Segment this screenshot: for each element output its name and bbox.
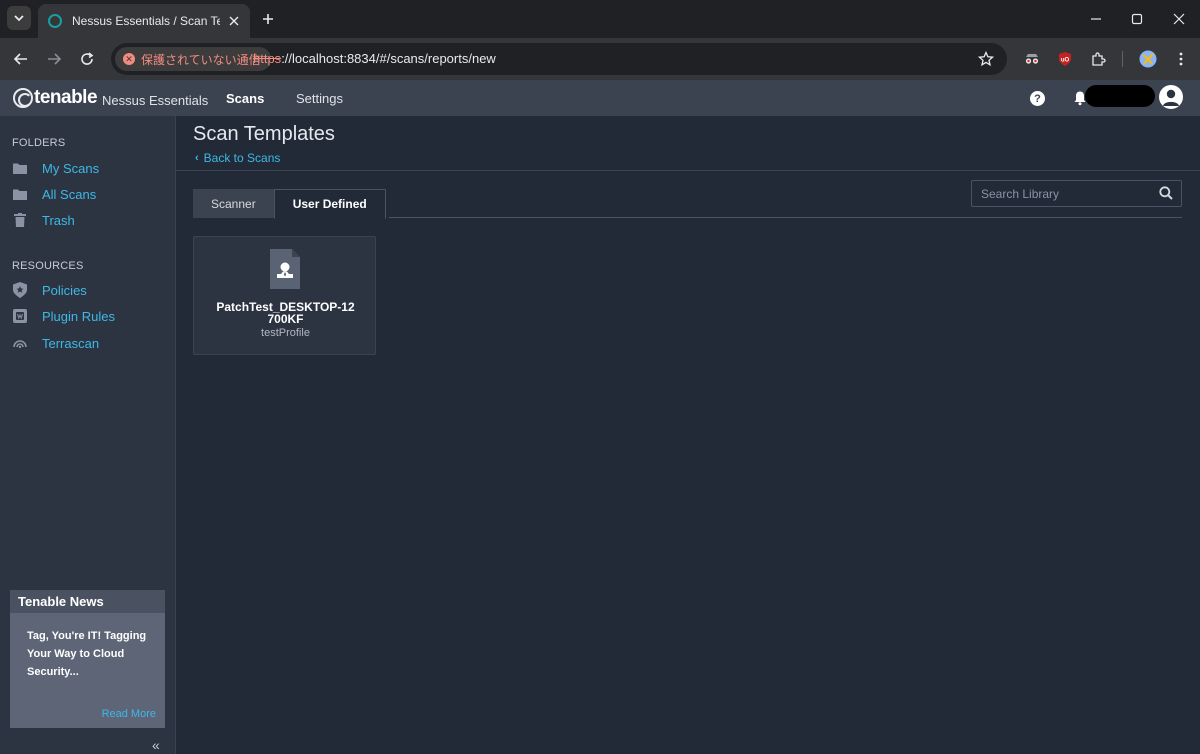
app-header: tenable Nessus Essentials Scans Settings… — [0, 80, 1200, 116]
search-library-field[interactable] — [971, 180, 1182, 207]
arrow-right-icon — [48, 53, 62, 65]
help-icon[interactable]: ? — [1030, 91, 1045, 106]
search-input[interactable] — [972, 181, 1152, 206]
extension-ublock-button[interactable]: uO — [1055, 49, 1075, 69]
template-tabs: Scanner User Defined — [193, 189, 386, 219]
sidebar-item-label: All Scans — [42, 186, 97, 202]
chevron-down-icon — [14, 15, 24, 22]
close-tab-button[interactable] — [226, 13, 242, 29]
spy-glasses-icon — [1025, 54, 1039, 64]
news-read-more-link[interactable]: Read More — [102, 708, 156, 720]
minimize-icon — [1091, 18, 1101, 20]
nav-settings[interactable]: Settings — [296, 91, 343, 106]
sidebar: FOLDERS My Scans All Scans Trash RESOURC… — [0, 116, 176, 754]
page-title: Scan Templates — [193, 123, 335, 145]
logo-brand-text: tenable — [34, 87, 98, 108]
maximize-window-button[interactable] — [1128, 10, 1146, 28]
logo-product-text: Nessus Essentials — [102, 92, 209, 108]
security-indicator[interactable]: ✕ 保護されていない通信 — [115, 47, 271, 71]
tenable-news-panel: Tenable News Tag, You're IT! Tagging You… — [10, 590, 165, 728]
ublock-icon: uO — [1059, 52, 1071, 66]
sidebar-item-label: Trash — [42, 212, 75, 228]
template-card[interactable]: PatchTest_DESKTOP-12700KF testProfile — [193, 236, 376, 355]
url-protocol: https — [253, 51, 282, 66]
collapse-sidebar-icon[interactable]: « — [152, 737, 160, 753]
browser-tab-active[interactable]: Nessus Essentials / Scan Templates — [38, 4, 250, 38]
more-vert-icon — [1179, 52, 1183, 66]
extension-spy-button[interactable] — [1022, 49, 1042, 69]
tabs-underline — [389, 217, 1182, 218]
template-card-subtitle: testProfile — [261, 327, 310, 339]
sidebar-item-plugin-rules[interactable]: Plugin Rules — [12, 308, 115, 324]
star-icon — [978, 51, 994, 67]
warning-icon: ✕ — [123, 53, 135, 65]
nav-scans[interactable]: Scans — [226, 91, 264, 106]
url-text[interactable]: https://localhost:8834/#/scans/reports/n… — [253, 51, 496, 66]
new-tab-button[interactable] — [258, 9, 278, 29]
chevron-left-icon: ‹ — [195, 152, 199, 164]
search-icon[interactable] — [1159, 186, 1173, 200]
security-label: 保護されていない通信 — [141, 52, 261, 67]
browser-menu-button[interactable] — [1171, 49, 1191, 69]
toolbar-divider — [1122, 51, 1123, 67]
url-path: ://localhost:8834/#/scans/reports/new — [281, 51, 496, 66]
news-headline[interactable]: Tag, You're IT! Tagging Your Way to Clou… — [10, 613, 165, 681]
sidebar-item-label: Terrascan — [42, 335, 100, 351]
plugin-icon — [12, 308, 28, 324]
back-link-label: Back to Scans — [203, 151, 281, 165]
back-to-scans-link[interactable]: ‹ Back to Scans — [195, 151, 280, 165]
sidebar-item-label: Policies — [42, 282, 87, 298]
back-button[interactable] — [11, 49, 31, 69]
browser-tab-bar: Nessus Essentials / Scan Templates — [0, 0, 1200, 38]
profile-button[interactable] — [1138, 49, 1158, 69]
sidebar-item-all-scans[interactable]: All Scans — [12, 186, 96, 202]
folders-heading: FOLDERS — [12, 137, 66, 149]
nessus-favicon-icon — [48, 14, 62, 28]
policy-icon — [12, 282, 28, 298]
tab-user-defined[interactable]: User Defined — [273, 189, 386, 219]
minimize-window-button[interactable] — [1087, 10, 1105, 28]
arrow-left-icon — [13, 53, 27, 65]
template-card-title: PatchTest_DESKTOP-12700KF — [216, 300, 355, 326]
address-bar[interactable]: ✕ 保護されていない通信 https://localhost:8834/#/sc… — [111, 43, 1007, 75]
bookmark-button[interactable] — [977, 50, 995, 68]
tenable-logo[interactable]: tenable Nessus Essentials — [13, 87, 208, 109]
tenable-logo-icon — [13, 88, 33, 108]
close-icon — [229, 16, 239, 26]
sidebar-item-trash[interactable]: Trash — [12, 212, 75, 228]
browser-toolbar: ✕ 保護されていない通信 https://localhost:8834/#/sc… — [0, 38, 1200, 80]
sidebar-item-my-scans[interactable]: My Scans — [12, 160, 99, 176]
resources-heading: RESOURCES — [12, 260, 84, 272]
reload-icon — [81, 52, 94, 65]
sidebar-item-label: Plugin Rules — [42, 308, 115, 324]
maximize-icon — [1131, 13, 1143, 25]
sidebar-item-policies[interactable]: Policies — [12, 282, 87, 298]
news-heading: Tenable News — [10, 590, 165, 613]
profile-avatar-icon — [1139, 50, 1157, 68]
extensions-menu-button[interactable] — [1088, 49, 1108, 69]
redacted-username — [1085, 85, 1155, 107]
user-avatar-icon[interactable] — [1159, 85, 1183, 109]
trash-icon — [12, 212, 28, 228]
plus-icon — [263, 14, 273, 24]
folder-icon — [12, 186, 28, 202]
close-icon — [1173, 13, 1185, 25]
forward-button[interactable] — [44, 49, 64, 69]
folder-icon — [12, 160, 28, 176]
sidebar-item-terrascan[interactable]: Terrascan — [12, 335, 99, 351]
reload-button[interactable] — [77, 49, 97, 69]
title-divider — [176, 170, 1200, 171]
terrascan-icon — [12, 335, 28, 351]
sidebar-item-label: My Scans — [42, 160, 100, 176]
tab-scanner[interactable]: Scanner — [193, 189, 274, 218]
user-template-document-icon — [270, 249, 300, 289]
tab-search-button[interactable] — [7, 6, 31, 30]
close-window-button[interactable] — [1170, 10, 1188, 28]
svg-text:uO: uO — [1061, 58, 1070, 64]
browser-tab-title: Nessus Essentials / Scan Templates — [72, 14, 220, 28]
main-content: Scan Templates ‹ Back to Scans Scanner U… — [176, 116, 1200, 754]
puzzle-icon — [1092, 52, 1106, 66]
